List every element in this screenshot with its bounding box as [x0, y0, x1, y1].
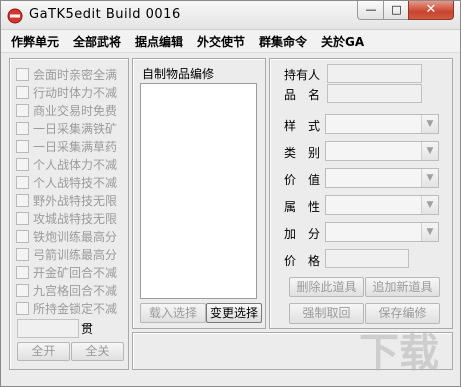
- chevron-down-icon: ▼: [421, 169, 438, 187]
- chevron-down-icon: ▼: [421, 196, 438, 214]
- value-label: 价 值: [284, 173, 321, 187]
- checkbox[interactable]: [16, 104, 29, 117]
- category-select[interactable]: ▼: [325, 141, 439, 161]
- checkbox[interactable]: [16, 86, 29, 99]
- checkbox[interactable]: [16, 176, 29, 189]
- cheat-label: 攻城战特技无限: [33, 212, 118, 226]
- title-bar[interactable]: GaTK5edit Build 0016 — □ ✕: [1, 1, 460, 30]
- minimize-button[interactable]: —: [357, 1, 385, 20]
- cheat-label: 所持金锁定不减: [33, 302, 118, 316]
- chevron-down-icon: ▼: [421, 223, 438, 241]
- chevron-down-icon: ▼: [421, 142, 438, 160]
- menu-about[interactable]: 关於GA: [321, 33, 364, 50]
- bonus-select[interactable]: ▼: [325, 222, 439, 242]
- cheat-label: 弓箭训练最高分: [33, 248, 118, 262]
- cheat-label: 个人战特技不减: [33, 176, 118, 190]
- style-label: 样 式: [284, 119, 321, 133]
- style-select[interactable]: ▼: [325, 114, 439, 134]
- delete-item-button[interactable]: 删除此道具: [289, 277, 364, 297]
- checkbox[interactable]: [16, 122, 29, 135]
- attribute-label: 属 性: [284, 200, 321, 214]
- menu-cheat-unit[interactable]: 作弊单元: [11, 33, 59, 50]
- cheat-label: 铁炮训练最高分: [33, 230, 118, 244]
- checkbox[interactable]: [16, 266, 29, 279]
- menu-diplomats[interactable]: 外交使节: [197, 33, 245, 50]
- name-label: 品 名: [284, 88, 321, 102]
- checkbox[interactable]: [16, 248, 29, 261]
- price-label: 价 格: [284, 254, 321, 268]
- load-selection-button[interactable]: 载入选择: [140, 303, 206, 323]
- maximize-button[interactable]: □: [383, 1, 410, 20]
- money-unit-label: 贯: [81, 322, 94, 336]
- app-icon: [7, 8, 23, 24]
- attribute-select[interactable]: ▼: [325, 195, 439, 215]
- checkbox[interactable]: [16, 194, 29, 207]
- close-button[interactable]: ✕: [408, 1, 454, 20]
- force-retrieve-button[interactable]: 强制取回: [289, 303, 364, 324]
- checkbox[interactable]: [16, 68, 29, 81]
- checkbox[interactable]: [16, 230, 29, 243]
- select-none-button[interactable]: 全关: [71, 342, 124, 361]
- price-field[interactable]: [325, 249, 409, 268]
- cheat-label: 商业交易时免费: [33, 104, 118, 118]
- cheat-label: 开金矿回合不减: [33, 266, 118, 280]
- owner-label: 持有人: [284, 68, 321, 82]
- cheat-label: 会面时亲密全满: [33, 68, 118, 82]
- select-all-button[interactable]: 全开: [17, 342, 70, 361]
- cheat-label: 九宫格回合不减: [33, 284, 118, 298]
- menu-group-commands[interactable]: 群集命令: [259, 33, 307, 50]
- item-listbox[interactable]: [140, 83, 257, 299]
- name-field[interactable]: [327, 84, 422, 103]
- checkbox[interactable]: [16, 302, 29, 315]
- checkbox[interactable]: [16, 212, 29, 225]
- cheat-label: 个人战体力不减: [33, 158, 118, 172]
- watermark-logo: 下载: [359, 330, 439, 376]
- chevron-down-icon: ▼: [421, 115, 438, 133]
- save-edit-button[interactable]: 保存编修: [365, 303, 440, 324]
- money-input[interactable]: [17, 319, 79, 338]
- add-item-button[interactable]: 追加新道具: [365, 277, 440, 297]
- category-label: 类 别: [284, 146, 321, 160]
- checkbox[interactable]: [16, 158, 29, 171]
- cheat-label: 野外战特技无限: [33, 194, 118, 208]
- menu-bar: 作弊单元 全部武将 据点编辑 外交使节 群集命令 关於GA: [1, 30, 460, 53]
- change-selection-button[interactable]: 变更选择: [206, 303, 262, 323]
- menu-all-generals[interactable]: 全部武将: [73, 33, 121, 50]
- item-panel-title: 自制物品编修: [142, 67, 215, 81]
- bonus-label: 加 分: [284, 227, 321, 241]
- value-select[interactable]: ▼: [325, 168, 439, 188]
- checkbox[interactable]: [16, 140, 29, 153]
- app-window: GaTK5edit Build 0016 — □ ✕ 作弊单元 全部武将 据点编…: [0, 0, 461, 387]
- cheat-label: 行动时体力不减: [33, 86, 118, 100]
- owner-field[interactable]: [327, 64, 422, 83]
- checkbox[interactable]: [16, 284, 29, 297]
- menu-base-edit[interactable]: 据点编辑: [135, 33, 183, 50]
- cheat-label: 一日采集满草药: [33, 140, 118, 154]
- cheat-label: 一日采集满铁矿: [33, 122, 118, 136]
- window-title: GaTK5edit Build 0016: [29, 7, 181, 22]
